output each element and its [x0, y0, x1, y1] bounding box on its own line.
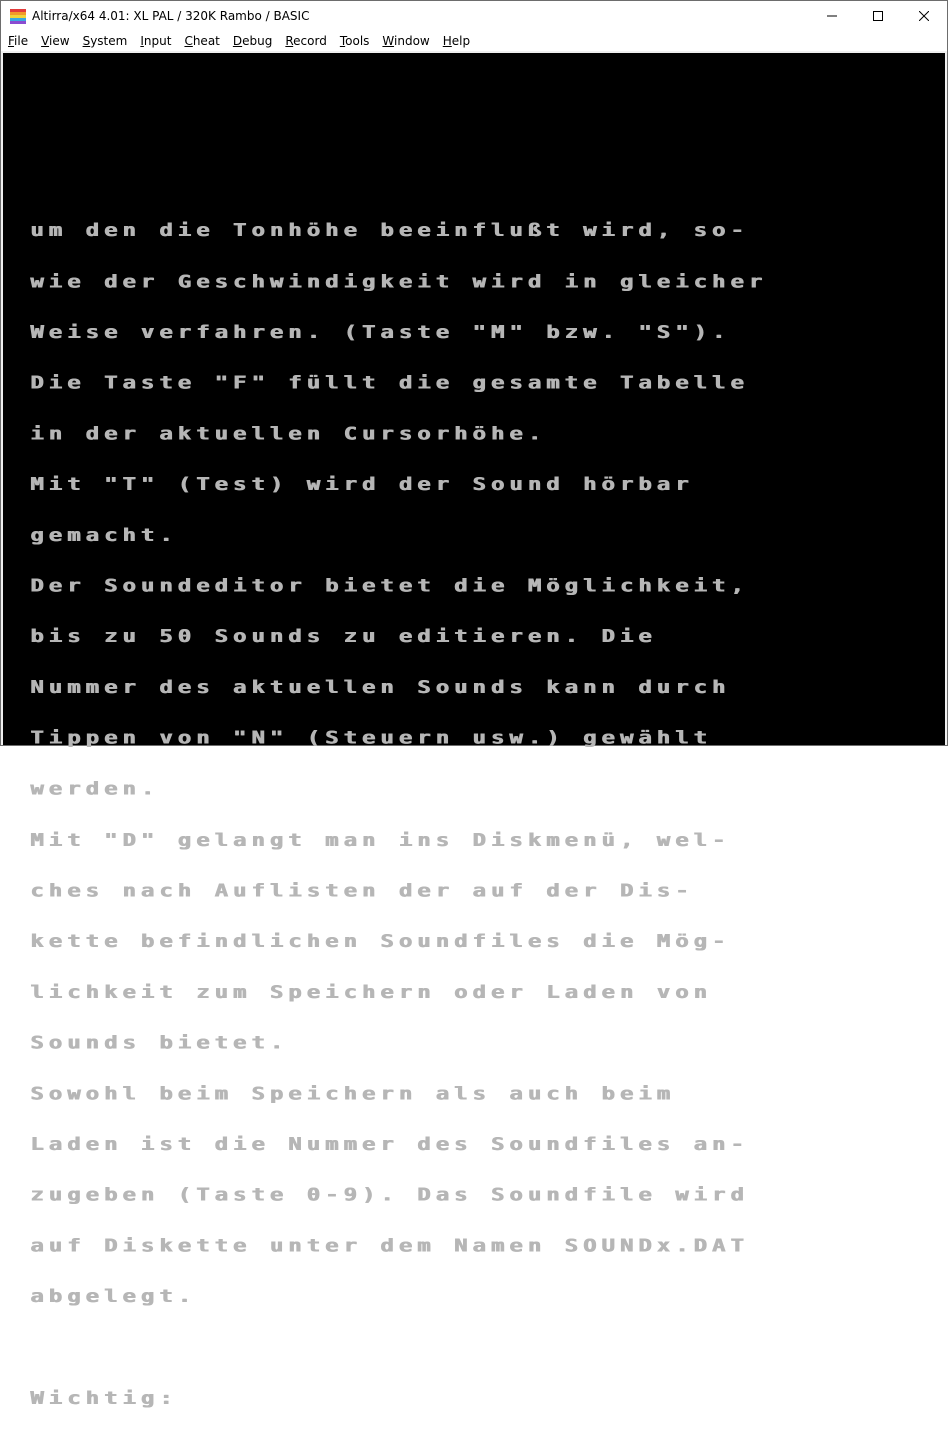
- screen-line: Mit "D" gelangt man ins Diskmenü, wel-: [30, 829, 731, 851]
- screen-line: gemacht.: [30, 525, 178, 546]
- screen-line: wie der Geschwindigkeit wird in gleicher: [30, 271, 767, 292]
- menu-tools[interactable]: Tools: [333, 31, 376, 51]
- screen-line: Sounds bietet.: [30, 1032, 288, 1054]
- caption-buttons: [809, 1, 947, 31]
- screen-line: lichkeit zum Speichern oder Laden von: [30, 982, 712, 1003]
- screen-line: Laden ist die Nummer des Soundfiles an-: [30, 1134, 749, 1155]
- screen-line: ches nach Auflisten der auf der Dis-: [30, 880, 694, 901]
- screen-line: in der aktuellen Cursorhöhe.: [30, 423, 546, 444]
- screen-line: Wichtig:: [30, 1388, 178, 1409]
- screen-line: auf Diskette unter dem Namen SOUNDx.DAT: [30, 1235, 749, 1257]
- screen-line: kette befindlichen Soundfiles die Mög-: [30, 931, 731, 952]
- screen-line: Tippen von "N" (Steuern usw.) gewählt: [30, 728, 712, 749]
- menu-view[interactable]: View: [34, 31, 75, 51]
- menu-file[interactable]: File: [1, 31, 34, 51]
- screen-line: um den die Tonhöhe beeinflußt wird, so-: [30, 220, 749, 241]
- screen-line: Nummer des aktuellen Sounds kann durch: [30, 677, 731, 698]
- altirra-rainbow-icon: [10, 8, 26, 24]
- screen-line: Sowohl beim Speichern als auch beim: [30, 1083, 675, 1104]
- screen-line: Mit "T" (Test) wird der Sound hörbar: [30, 474, 694, 495]
- maximize-button[interactable]: [855, 1, 901, 31]
- menu-debug[interactable]: Debug: [226, 31, 278, 51]
- window-title: Altirra/x64 4.01: XL PAL / 320K Rambo / …: [32, 9, 310, 23]
- menu-help[interactable]: Help: [436, 31, 476, 51]
- close-icon: [919, 11, 929, 21]
- menu-input[interactable]: Input: [133, 31, 177, 51]
- menu-record[interactable]: Record: [278, 31, 332, 51]
- screen-line: Weise verfahren. (Taste "M" bzw. "S").: [30, 322, 731, 343]
- screen-line: zugeben (Taste 0-9). Das Soundfile wird: [30, 1185, 749, 1206]
- minimize-button[interactable]: [809, 1, 855, 31]
- screen-line: Der Soundeditor bietet die Möglichkeit,: [30, 575, 749, 597]
- menu-system[interactable]: System: [76, 31, 134, 51]
- maximize-icon: [873, 11, 883, 21]
- screen-text: um den die Tonhöhe beeinflußt wird, so- …: [30, 189, 767, 1441]
- screen-line: abgelegt.: [30, 1286, 196, 1308]
- minimize-icon: [827, 15, 837, 17]
- emulator-window: Altirra/x64 4.01: XL PAL / 320K Rambo / …: [0, 0, 948, 1407]
- close-button[interactable]: [901, 1, 947, 31]
- menu-window[interactable]: Window: [375, 31, 435, 51]
- menu-cheat[interactable]: Cheat: [177, 31, 225, 51]
- screen-line: [30, 1340, 767, 1357]
- menu-bar: File View System Input Cheat Debug Recor…: [1, 31, 947, 51]
- screen-line: werden.: [30, 779, 159, 800]
- title-bar[interactable]: Altirra/x64 4.01: XL PAL / 320K Rambo / …: [1, 1, 947, 31]
- screen-line: Die Taste "F" füllt die gesamte Tabelle: [30, 372, 749, 394]
- emulator-display[interactable]: um den die Tonhöhe beeinflußt wird, so- …: [3, 53, 945, 1407]
- screen-line: bis zu 50 Sounds zu editieren. Die: [30, 626, 657, 647]
